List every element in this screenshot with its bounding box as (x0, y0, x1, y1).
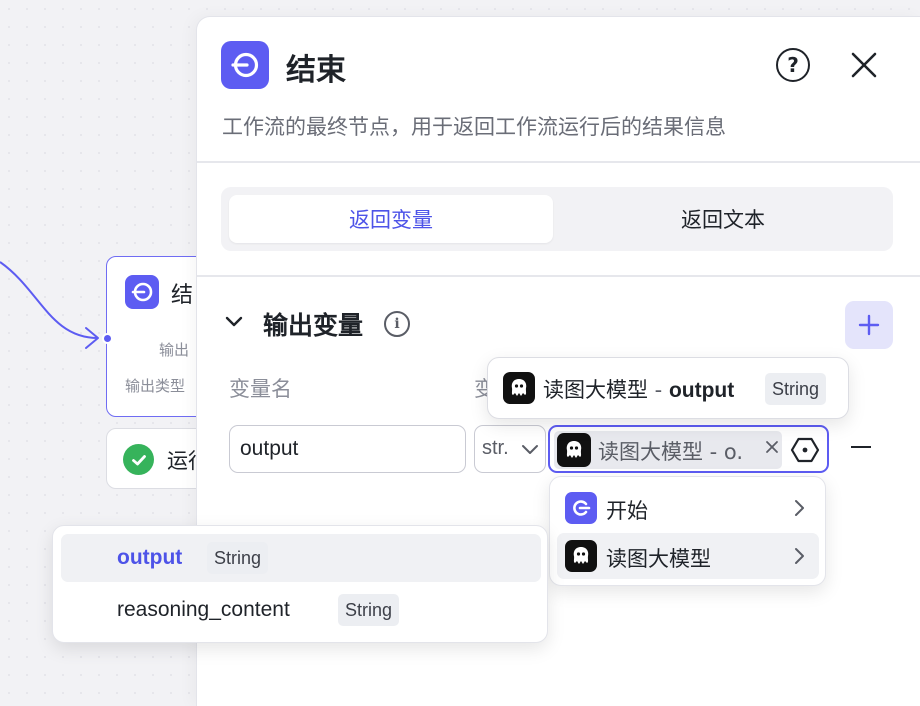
start-node-icon (565, 492, 597, 524)
help-icon[interactable]: ? (776, 48, 810, 82)
end-node-header-icon (221, 41, 269, 89)
reference-tag: 读图大模型 - o. (554, 431, 782, 469)
panel-title: 结束 (286, 53, 346, 88)
chevron-down-icon (522, 445, 538, 454)
plus-icon (858, 314, 880, 336)
output-variables-title: 输出变量 (263, 311, 364, 340)
field-item-name: output (117, 546, 183, 569)
check-circle-icon (123, 444, 154, 475)
clear-reference-icon[interactable] (765, 438, 779, 459)
tabs-divider (197, 275, 920, 277)
field-select-menu: output String reasoning_content String (52, 525, 548, 643)
tooltip-separator: - (648, 378, 669, 402)
tooltip-field-name: output (668, 379, 735, 402)
tab-return-text[interactable]: 返回文本 (561, 195, 885, 243)
end-node-icon (125, 275, 159, 309)
menu-item-start[interactable]: 开始 (557, 485, 819, 531)
panel-description: 工作流的最终节点，用于返回工作流运行后的结果信息 (222, 115, 726, 139)
input-port[interactable] (102, 333, 113, 344)
add-variable-button[interactable] (845, 301, 893, 349)
variable-type-select[interactable]: str. (474, 425, 546, 473)
chevron-right-icon (795, 500, 804, 516)
info-icon[interactable]: i (384, 311, 410, 337)
close-icon[interactable] (848, 49, 880, 81)
menu-item-vision-llm[interactable]: 读图大模型 (557, 533, 819, 579)
tooltip-node-name: 读图大模型 (543, 378, 648, 402)
connection-edge (0, 261, 99, 349)
end-node-output-label: 输出 (159, 341, 190, 359)
variable-name-input[interactable] (229, 425, 466, 473)
vision-llm-icon (557, 433, 591, 467)
vision-llm-icon (565, 540, 597, 572)
variable-reference-field[interactable]: 读图大模型 - o. (548, 425, 829, 473)
field-item-output[interactable]: output String (61, 534, 541, 582)
vision-llm-icon (503, 372, 535, 404)
variable-picker-icon[interactable] (790, 435, 820, 465)
field-item-name: reasoning_content (117, 598, 290, 621)
end-node-title: 结 (171, 283, 194, 308)
menu-item-label: 读图大模型 (606, 547, 711, 571)
tooltip-path: 读图大模型 - output (543, 374, 734, 404)
header-divider (197, 161, 920, 163)
field-type-badge: String (338, 594, 400, 626)
variable-type-value: str. (482, 437, 509, 459)
reference-tooltip: 读图大模型 - output String (487, 357, 849, 419)
end-node-output-type-label: 输出类型 (125, 377, 186, 395)
tooltip-type-badge: String (765, 373, 827, 405)
column-header-name: 变量名 (229, 377, 292, 401)
reference-tag-label: 读图大模型 - o. (598, 440, 744, 464)
field-item-reasoning-content[interactable]: reasoning_content String (61, 586, 541, 634)
chevron-right-icon (795, 548, 804, 564)
return-mode-tabs: 返回变量 返回文本 (221, 187, 893, 251)
remove-variable-button[interactable] (849, 435, 873, 459)
menu-item-label: 开始 (606, 499, 648, 523)
node-source-menu: 开始 读图大模型 (549, 476, 826, 586)
collapse-chevron-icon[interactable] (224, 314, 244, 328)
tab-return-variables[interactable]: 返回变量 (229, 195, 553, 243)
field-type-badge: String (207, 542, 269, 574)
